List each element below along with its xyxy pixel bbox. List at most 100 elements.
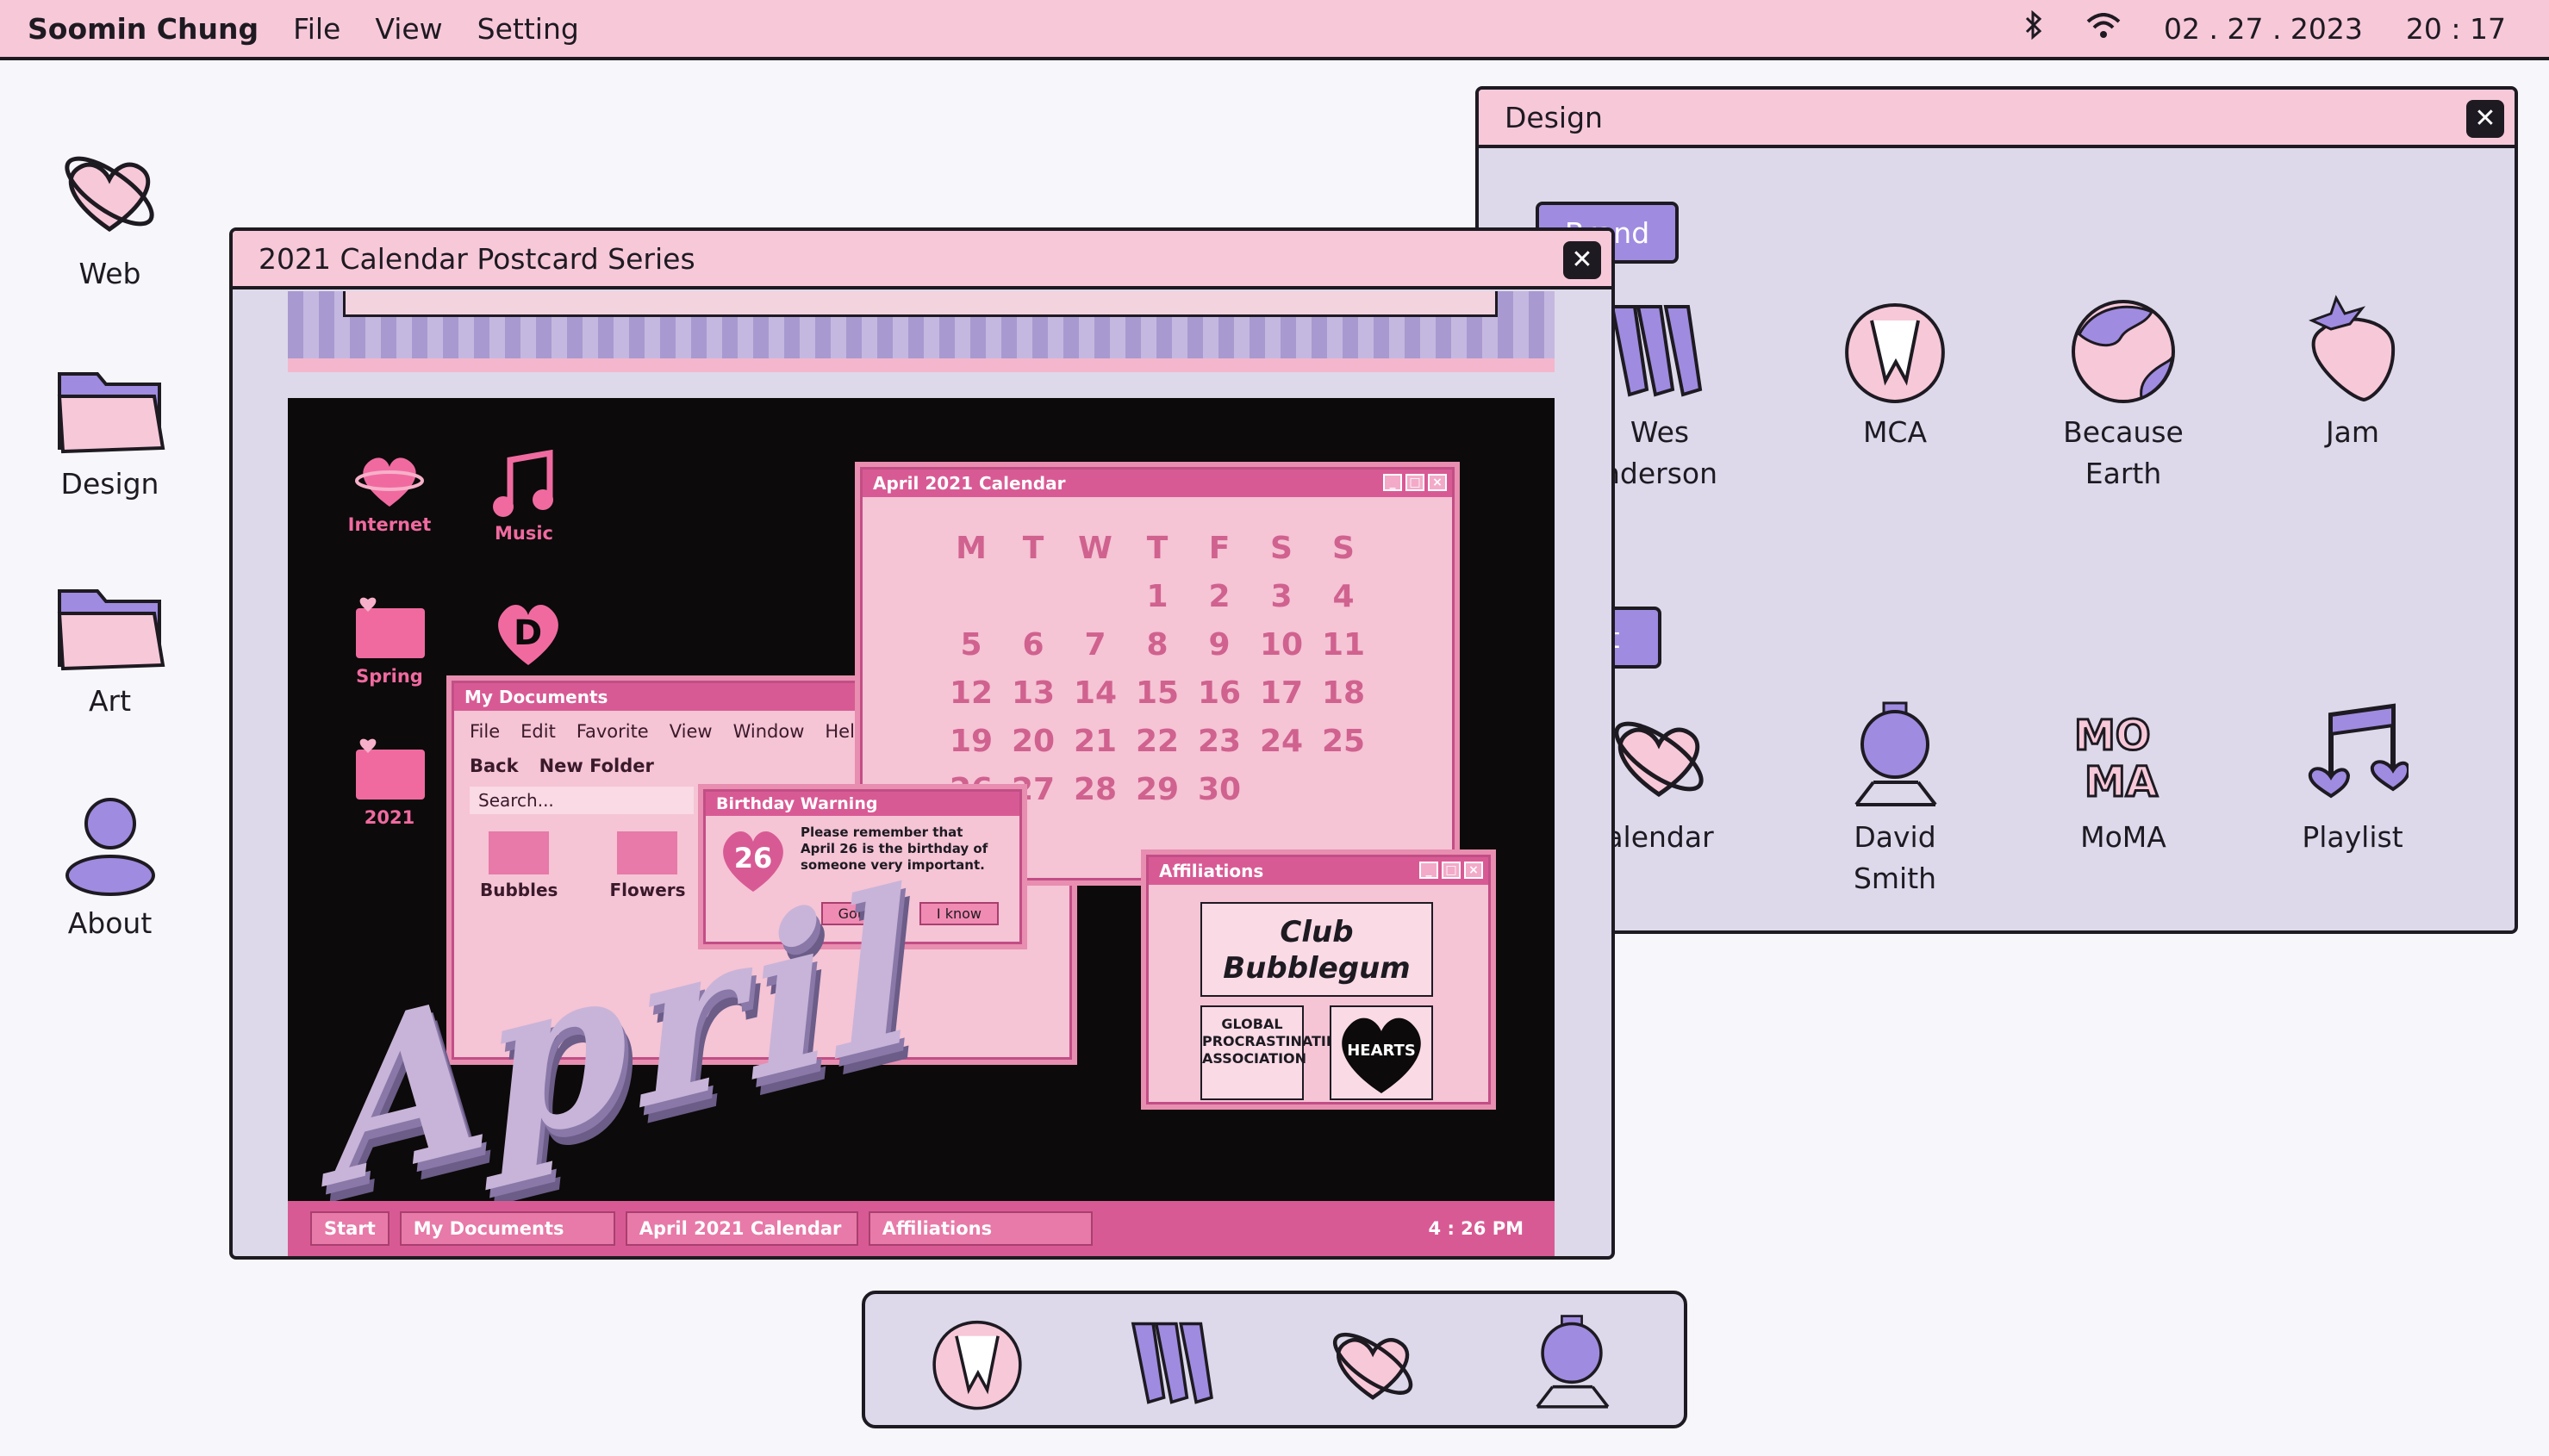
calendar-cell: 24 (1259, 724, 1304, 759)
taskbar-clock: 4 : 26 PM (1428, 1218, 1524, 1239)
design-window: Design ✕ Brand Wesnderson MCA BecauseEar… (1475, 86, 2518, 934)
dock-item-web[interactable] (1322, 1313, 1425, 1416)
calendar-cell: 21 (1073, 724, 1118, 759)
calendar-cell: 6 (1022, 627, 1044, 663)
wes-anderson-icon (1131, 1322, 1213, 1404)
earth-icon (2072, 300, 2175, 403)
calendar-week-row: 5 6 7 8 9 10 11 (863, 626, 1452, 664)
grid-item-label: MCA (1862, 415, 1928, 449)
mca-icon (1845, 302, 1945, 404)
mini-titlebar: Birthday Warning (706, 792, 1019, 816)
calendar-cell: 15 (1135, 675, 1180, 711)
menu-file[interactable]: File (293, 12, 340, 46)
mca-icon (932, 1320, 1022, 1410)
menu-bar: Soomin Chung File View Setting 02 . 27 .… (0, 0, 2549, 60)
hearts-logo: HEARTS (1330, 1005, 1433, 1100)
user-name[interactable]: Soomin Chung (28, 12, 259, 46)
person-icon (65, 798, 155, 896)
desktop-icon-web[interactable]: Web (34, 134, 185, 290)
calendar-cell: S (1270, 531, 1293, 566)
folder-icon (356, 597, 425, 658)
postcard-window-titlebar[interactable]: 2021 Calendar Postcard Series ✕ (233, 231, 1611, 289)
grid-item-label: MoMA (2080, 820, 2166, 854)
calendar-week-row: 12 13 14 15 16 17 18 (863, 675, 1452, 712)
desktop-icon-design[interactable]: Design (34, 362, 185, 501)
calendar-cell: 28 (1073, 772, 1118, 807)
music-note-icon (493, 449, 553, 517)
calendar-cell (1064, 578, 1126, 616)
i-know-button: I know (919, 902, 999, 925)
dock (862, 1291, 1687, 1428)
dock-item-mca[interactable] (925, 1313, 1029, 1416)
desktop-icon-art[interactable]: Art (34, 579, 185, 718)
calendar-week-row: 19 20 21 22 23 24 25 (863, 723, 1452, 761)
postcard-icon-2021: 2021 (338, 737, 441, 828)
grid-item-label: David Smith (1853, 820, 1937, 895)
bluetooth-icon[interactable] (2024, 9, 2043, 47)
gpa-logo: GLOBAL PROCRASTINATING ASSOCIATION (1200, 1005, 1349, 1100)
grid-item-because-earth[interactable]: Because Earth (2029, 295, 2218, 495)
david-smith-icon (1854, 701, 1937, 806)
grid-item-moma[interactable]: MO MA MoMA (2029, 700, 2218, 858)
taskbar-item: Affiliations (868, 1211, 1093, 1246)
calendar-cell: F (1208, 531, 1231, 566)
calendar-cell (1312, 771, 1374, 809)
calendar-cell: 10 (1259, 627, 1304, 663)
grid-item-mca[interactable]: MCA (1800, 295, 1990, 453)
taskbar-item: April 2021 Calendar (625, 1211, 858, 1246)
window-title: 2021 Calendar Postcard Series (259, 241, 695, 276)
menu-setting[interactable]: Setting (477, 12, 579, 46)
calendar-cell: 8 (1146, 627, 1169, 663)
affiliations-window: Affiliations _ □ × Club Bubblegum GLOBAL P… (1146, 855, 1491, 1104)
calendar-cell (1002, 578, 1064, 616)
postcard-icon-label: Internet (347, 514, 432, 535)
folder-icon (57, 372, 165, 454)
svg-text:MA: MA (2085, 758, 2158, 806)
dock-item-david-smith[interactable] (1520, 1313, 1624, 1416)
design-window-titlebar[interactable]: Design ✕ (1479, 90, 2515, 148)
calendar-cell: W (1078, 531, 1112, 566)
mydocs-search: Search... (470, 787, 694, 814)
postcard-header-strip (288, 291, 1555, 372)
web-planet-icon (1333, 1332, 1413, 1400)
close-button[interactable]: ✕ (1563, 241, 1601, 279)
menu-view[interactable]: View (375, 12, 442, 46)
desktop-icon-label: About (67, 906, 153, 940)
wifi-icon[interactable] (2086, 12, 2121, 46)
wes-anderson-icon (1610, 305, 1703, 397)
web-planet-icon (1614, 721, 1704, 798)
window-title: Design (1505, 100, 1603, 134)
calendar-cell: 16 (1197, 675, 1242, 711)
folder-icon (356, 738, 425, 800)
pink-stripe (288, 358, 1555, 372)
grid-item-david-smith[interactable]: David Smith (1800, 700, 1990, 899)
calendar-cell: T (1146, 531, 1169, 566)
svg-text:D: D (514, 613, 542, 653)
calendar-cell: 23 (1197, 724, 1242, 759)
postcard-icon-label: Music (495, 523, 553, 544)
postcard-icon-label: Spring (356, 666, 423, 687)
calendar-cell: 1 (1146, 579, 1169, 614)
grid-item-jam[interactable]: Jam (2258, 295, 2447, 453)
david-smith-icon (1536, 1315, 1610, 1409)
calendar-weekday-row: MTWTFSS (863, 530, 1452, 568)
web-planet-icon (64, 156, 154, 233)
desktop-icon-about[interactable]: About (34, 793, 185, 940)
grid-item-playlist[interactable]: Playlist (2258, 700, 2447, 858)
calendar-cell: 12 (949, 675, 994, 711)
postcard-icon-music: Music (472, 449, 576, 544)
calendar-cell: 4 (1332, 579, 1355, 614)
postcard-icon-label: 2021 (364, 807, 415, 828)
calendar-cell: 17 (1259, 675, 1304, 711)
moma-icon: MO MA (2073, 711, 2159, 808)
close-button[interactable]: ✕ (2466, 100, 2504, 138)
grid-item-label: Jam (2325, 415, 2380, 449)
date-display: 02 . 27 . 2023 (2164, 11, 2363, 46)
music-note-icon (2308, 703, 2409, 799)
dock-item-wes-anderson[interactable] (1124, 1313, 1227, 1416)
calendar-cell: 20 (1011, 724, 1056, 759)
postcard-icon-spring: Spring (338, 596, 441, 687)
calendar-cell: 5 (960, 627, 982, 663)
desktop-icon-label: Art (88, 684, 132, 718)
calendar-cell (1250, 771, 1312, 809)
